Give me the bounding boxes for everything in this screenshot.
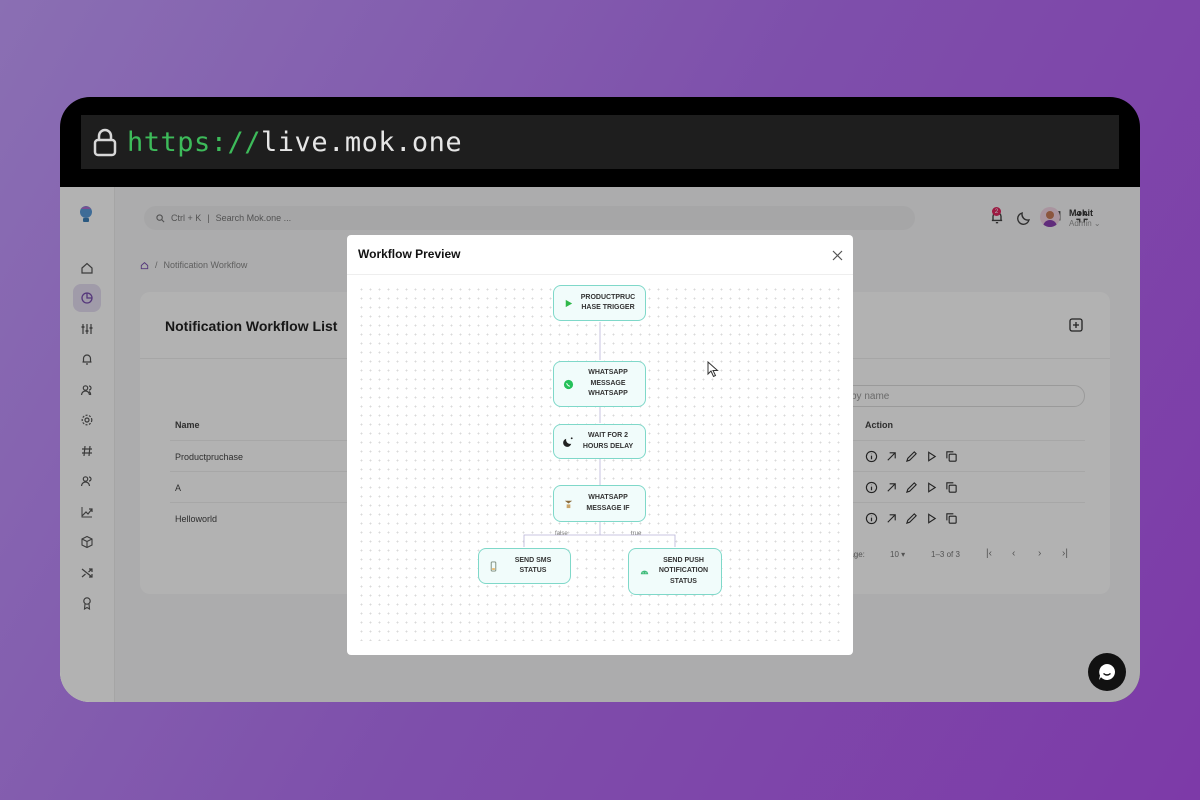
browser-frame: https://live.mok.one Ctrl + K | Search M… [60, 97, 1140, 702]
workflow-node-sms[interactable]: SEND SMS STATUS [478, 548, 571, 584]
url-host: live.mok.one [261, 126, 463, 158]
node-label: WHATSAPP MESSAGE IF [586, 494, 630, 512]
edge-label-false: false [555, 531, 568, 537]
moon-clock-icon [563, 437, 573, 447]
condition-icon [564, 500, 573, 509]
node-label: PRODUCTPRUC HASE TRIGGER [580, 293, 636, 312]
workflow-node-condition[interactable]: WHATSAPP MESSAGE IF [553, 485, 646, 522]
workflow-edges [523, 322, 676, 547]
play-icon [565, 299, 573, 307]
modal-title: Workflow Preview [358, 247, 461, 261]
whatsapp-icon [563, 379, 574, 389]
workflow-node-trigger[interactable]: PRODUCTPRUC HASE TRIGGER [553, 285, 646, 321]
workflow-node-wait[interactable]: WAIT FOR 2 HOURS DELAY [553, 424, 646, 459]
node-label: SEND PUSH NOTIFICATION STATUS [658, 556, 709, 585]
mouse-cursor-icon [707, 360, 719, 378]
workflow-node-push[interactable]: SEND PUSH NOTIFICATION STATUS [628, 548, 722, 595]
address-bar[interactable]: https://live.mok.one [81, 115, 1119, 169]
support-chat-button[interactable] [1088, 653, 1126, 691]
workflow-preview-modal: Workflow Preview false true PRODUCTPRUC … [347, 235, 853, 655]
url-scheme: https:// [127, 126, 262, 158]
modal-divider [347, 274, 853, 275]
android-icon [640, 570, 648, 575]
workflow-canvas[interactable]: false true PRODUCTPRUC HASE TRIGGER WHAT… [357, 285, 843, 641]
phone-icon [490, 560, 497, 572]
edge-label-true: true [631, 531, 642, 537]
lock-icon [93, 127, 117, 157]
node-label: WAIT FOR 2 HOURS DELAY [582, 432, 634, 450]
node-label: SEND SMS STATUS [514, 556, 552, 575]
node-label: WHATSAPP MESSAGE WHATSAPP [588, 369, 628, 398]
close-icon[interactable] [832, 248, 843, 261]
chat-bubble-icon [1099, 664, 1115, 680]
workflow-node-whatsapp[interactable]: WHATSAPP MESSAGE WHATSAPP [553, 361, 646, 407]
url-text: https://live.mok.one [127, 127, 462, 158]
